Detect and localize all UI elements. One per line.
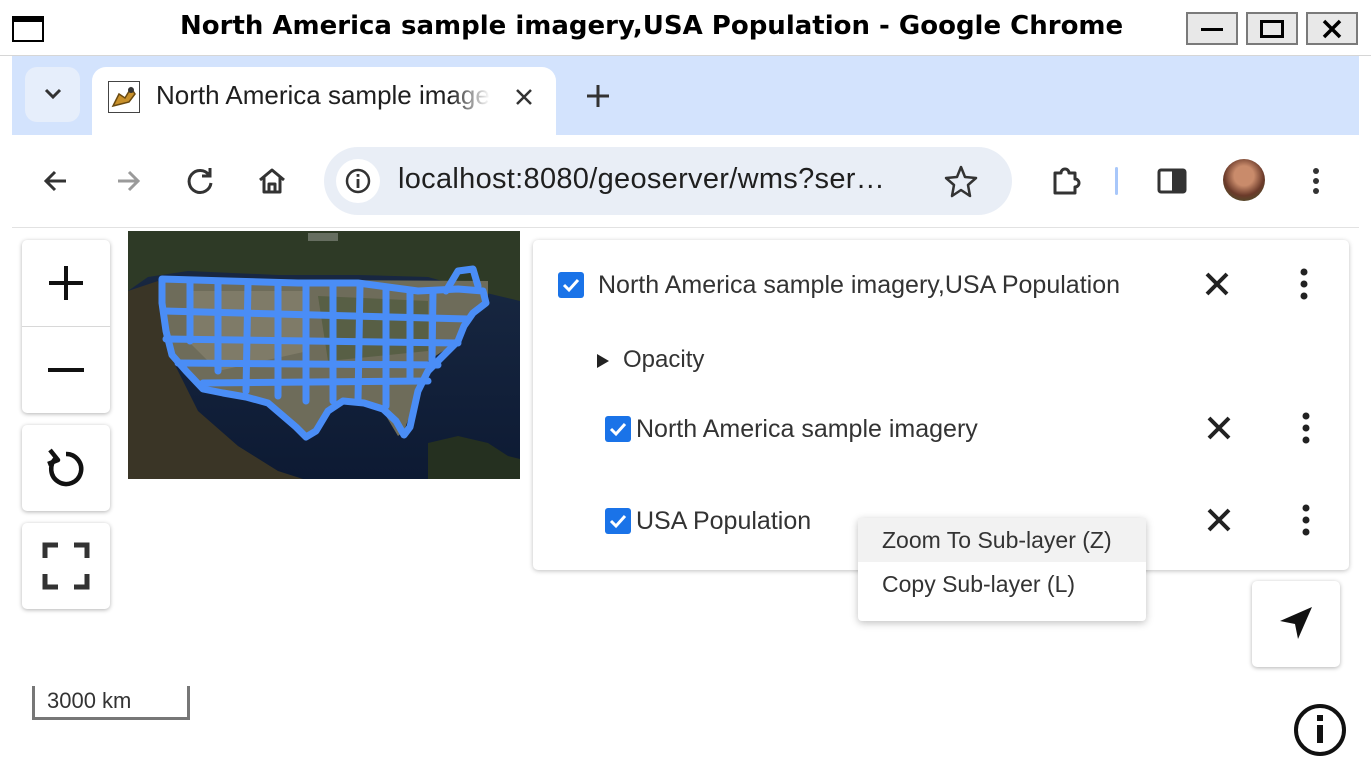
home-icon bbox=[259, 168, 285, 194]
fullscreen-icon bbox=[42, 542, 90, 590]
zoom-out-button[interactable] bbox=[22, 327, 110, 413]
sublayer-context-menu: Zoom To Sub-layer (Z) Copy Sub-layer (L) bbox=[858, 518, 1146, 621]
sublayer-population-menu-button[interactable] bbox=[1300, 503, 1312, 537]
close-icon bbox=[1207, 508, 1231, 532]
reload-button[interactable] bbox=[180, 161, 220, 201]
tab-close-button[interactable] bbox=[510, 83, 538, 111]
scale-bar: 3000 km bbox=[32, 686, 190, 720]
navigation-arrow-icon bbox=[1280, 607, 1312, 639]
minimize-icon bbox=[1201, 27, 1223, 31]
forward-button[interactable] bbox=[108, 161, 148, 201]
plus-icon bbox=[587, 85, 609, 107]
rotate-icon bbox=[47, 448, 84, 487]
reset-rotation-control bbox=[22, 425, 110, 511]
group-layer-menu-button[interactable] bbox=[1298, 267, 1310, 301]
group-layer-checkbox[interactable] bbox=[558, 272, 584, 298]
new-tab-button[interactable] bbox=[580, 78, 616, 114]
zoom-control bbox=[22, 240, 110, 413]
side-panel-icon bbox=[1157, 168, 1187, 194]
map-imagery[interactable] bbox=[128, 231, 520, 479]
close-icon bbox=[1207, 416, 1231, 440]
more-vert-icon bbox=[1313, 168, 1319, 194]
sublayer-checkbox-imagery[interactable] bbox=[605, 416, 631, 442]
toolbar-separator bbox=[1115, 167, 1118, 195]
checkmark-icon bbox=[609, 514, 627, 529]
checkmark-icon bbox=[609, 422, 627, 437]
info-icon bbox=[345, 168, 371, 194]
maximize-icon bbox=[1260, 19, 1284, 38]
tab-title: North America sample imagery,USA Populat… bbox=[156, 80, 490, 111]
scale-label: 3000 km bbox=[47, 688, 132, 713]
sublayer-imagery-menu-button[interactable] bbox=[1300, 411, 1312, 445]
back-button[interactable] bbox=[36, 161, 76, 201]
window-app-icon bbox=[12, 16, 44, 42]
profile-avatar[interactable] bbox=[1223, 159, 1265, 201]
reset-rotation-button[interactable] bbox=[22, 425, 110, 511]
close-icon bbox=[1322, 19, 1342, 38]
chrome-menu-button[interactable] bbox=[1296, 161, 1336, 201]
extensions-button[interactable] bbox=[1046, 161, 1086, 201]
star-icon bbox=[944, 165, 978, 198]
geolocate-button[interactable] bbox=[1252, 581, 1340, 667]
side-panel-button[interactable] bbox=[1152, 161, 1192, 201]
browser-tab[interactable]: North America sample imagery,USA Populat… bbox=[92, 67, 556, 135]
copy-sublayer-menu-item[interactable]: Copy Sub-layer (L) bbox=[858, 562, 1146, 606]
more-vert-icon bbox=[1302, 504, 1310, 536]
close-window-button[interactable] bbox=[1306, 12, 1358, 45]
minimize-button[interactable] bbox=[1186, 12, 1238, 45]
browser-toolbar: localhost:8080/geoserver/wms?ser… bbox=[12, 135, 1359, 228]
minus-icon bbox=[48, 368, 84, 372]
window-title: North America sample imagery,USA Populat… bbox=[180, 11, 1124, 41]
home-button[interactable] bbox=[252, 161, 292, 201]
more-vert-icon bbox=[1300, 268, 1308, 300]
info-icon bbox=[1294, 704, 1346, 756]
info-button[interactable] bbox=[1291, 701, 1349, 759]
disclosure-triangle-icon bbox=[597, 354, 609, 368]
bookmark-button[interactable] bbox=[942, 162, 980, 200]
arrow-left-icon bbox=[43, 170, 66, 192]
address-bar[interactable]: localhost:8080/geoserver/wms?ser… bbox=[324, 147, 1012, 215]
reload-icon bbox=[187, 168, 213, 194]
site-info-button[interactable] bbox=[336, 159, 380, 203]
window-titlebar: North America sample imagery,USA Populat… bbox=[0, 0, 1371, 56]
remove-group-layer-button[interactable] bbox=[1202, 269, 1232, 299]
more-vert-icon bbox=[1302, 412, 1310, 444]
fullscreen-button[interactable] bbox=[22, 523, 110, 609]
geoserver-favicon-icon bbox=[108, 81, 140, 113]
close-icon bbox=[516, 89, 532, 105]
browser-chrome: North America sample imagery,USA Populat… bbox=[12, 56, 1359, 228]
group-layer-label: North America sample imagery,USA Populat… bbox=[598, 271, 1120, 299]
checkmark-icon bbox=[562, 278, 580, 293]
puzzle-icon bbox=[1053, 167, 1081, 195]
tab-search-button[interactable] bbox=[25, 67, 80, 122]
zoom-to-sublayer-menu-item[interactable]: Zoom To Sub-layer (Z) bbox=[858, 518, 1146, 562]
sublayer-label-imagery: North America sample imagery bbox=[636, 415, 978, 443]
fullscreen-control bbox=[22, 523, 110, 609]
zoom-in-button[interactable] bbox=[22, 240, 110, 326]
arrow-right-icon bbox=[118, 170, 141, 192]
map-viewport[interactable]: North America sample imagery,USA Populat… bbox=[12, 228, 1359, 769]
maximize-button[interactable] bbox=[1246, 12, 1298, 45]
url-text: localhost:8080/geoserver/wms?ser… bbox=[398, 163, 886, 195]
sublayer-checkbox-population[interactable] bbox=[605, 508, 631, 534]
close-icon bbox=[1205, 272, 1229, 296]
remove-sublayer-imagery-button[interactable] bbox=[1204, 413, 1234, 443]
plus-icon bbox=[49, 266, 83, 300]
opacity-label: Opacity bbox=[623, 346, 705, 373]
remove-sublayer-population-button[interactable] bbox=[1204, 505, 1234, 535]
chevron-down-icon bbox=[44, 88, 62, 100]
sublayer-label-population: USA Population bbox=[636, 507, 812, 535]
